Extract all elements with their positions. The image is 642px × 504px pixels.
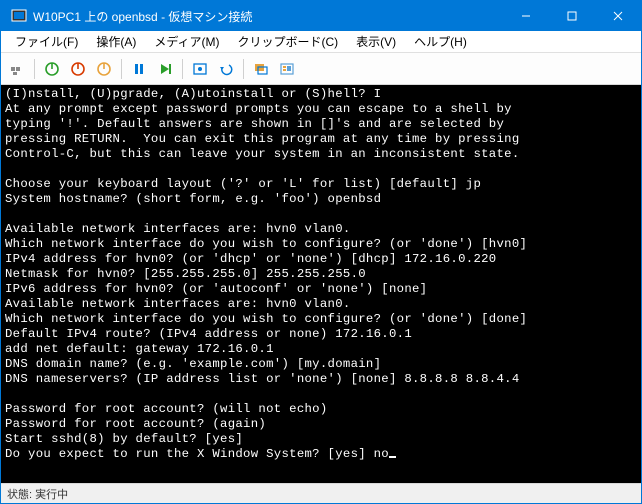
- menu-action[interactable]: 操作(A): [88, 31, 144, 52]
- start-button[interactable]: [40, 57, 64, 81]
- menu-bar: ファイル(F) 操作(A) メディア(M) クリップボード(C) 表示(V) ヘ…: [1, 31, 641, 53]
- menu-clipboard[interactable]: クリップボード(C): [229, 31, 346, 52]
- maximize-button[interactable]: [549, 1, 595, 31]
- vm-window: W10PC1 上の openbsd - 仮想マシン接続 ファイル(F) 操作(A…: [0, 0, 642, 504]
- menu-media[interactable]: メディア(M): [146, 31, 227, 52]
- app-icon: [11, 8, 27, 24]
- menu-help[interactable]: ヘルプ(H): [406, 31, 475, 52]
- share-button[interactable]: [275, 57, 299, 81]
- menu-view[interactable]: 表示(V): [348, 31, 404, 52]
- close-button[interactable]: [595, 1, 641, 31]
- title-bar: W10PC1 上の openbsd - 仮想マシン接続: [1, 1, 641, 31]
- shutdown-button[interactable]: [92, 57, 116, 81]
- status-value: 実行中: [35, 486, 68, 502]
- status-label: 状態:: [7, 486, 32, 502]
- pause-button[interactable]: [127, 57, 151, 81]
- minimize-button[interactable]: [503, 1, 549, 31]
- separator: [243, 59, 244, 79]
- turnoff-button[interactable]: [66, 57, 90, 81]
- status-bar: 状態: 実行中: [1, 483, 641, 503]
- terminal-output[interactable]: (I)nstall, (U)pgrade, (A)utoinstall or (…: [1, 85, 641, 483]
- toolbar: [1, 53, 641, 85]
- revert-button[interactable]: [214, 57, 238, 81]
- reset-button[interactable]: [153, 57, 177, 81]
- enhanced-session-button[interactable]: [249, 57, 273, 81]
- ctrl-alt-del-button[interactable]: [5, 57, 29, 81]
- window-title: W10PC1 上の openbsd - 仮想マシン接続: [33, 8, 252, 25]
- checkpoint-button[interactable]: [188, 57, 212, 81]
- separator: [34, 59, 35, 79]
- separator: [182, 59, 183, 79]
- menu-file[interactable]: ファイル(F): [7, 31, 86, 52]
- separator: [121, 59, 122, 79]
